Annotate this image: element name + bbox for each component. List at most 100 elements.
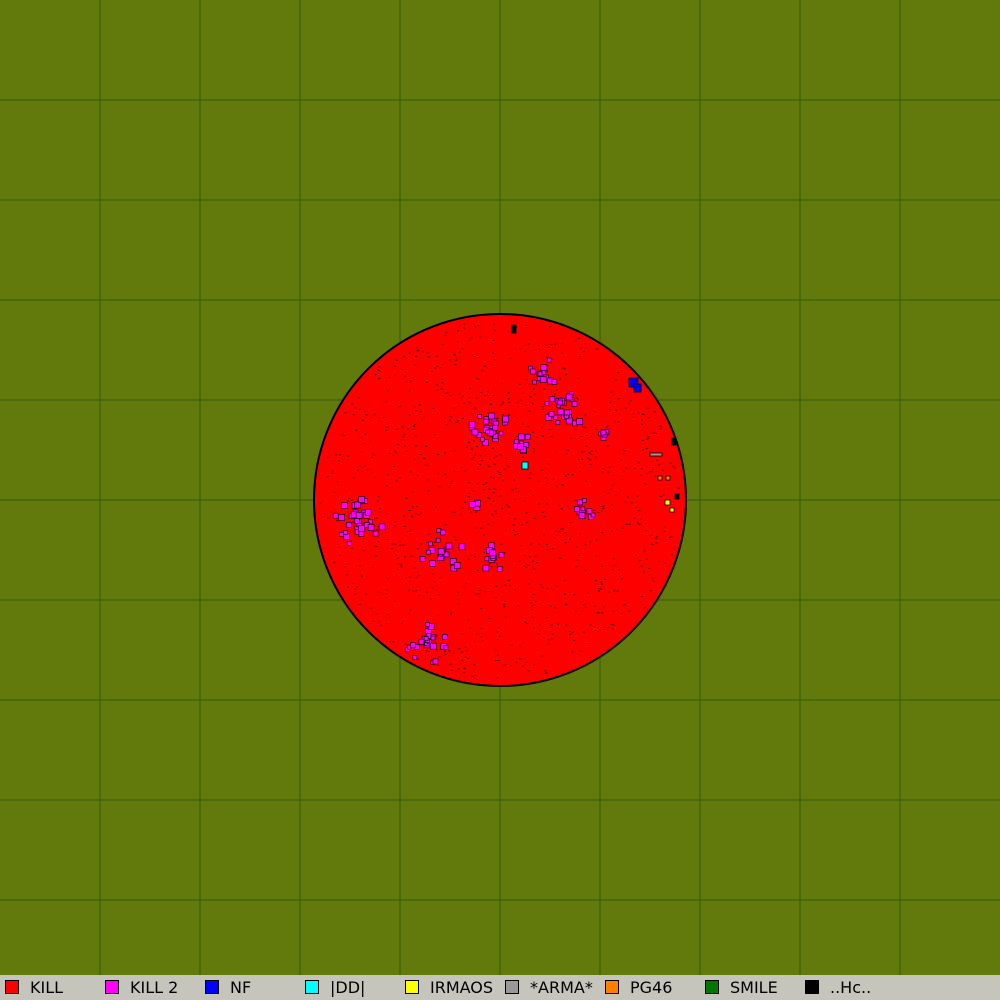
territory-speck [589,541,592,543]
territory-speck [475,679,478,680]
territory-speck [400,566,403,568]
territory-speck [467,558,470,560]
territory-speck [559,378,561,380]
legend-item-kill-2[interactable]: KILL 2 [100,975,200,1000]
territory-speck [500,543,503,545]
territory-speck [564,475,567,477]
kill-2-cell [485,429,491,435]
kill-2-cell [425,549,431,555]
kill-2-cell [557,399,564,406]
territory-speck [416,506,419,508]
game-map[interactable] [0,0,1000,975]
territory-speck [559,557,562,559]
legend-item-dd[interactable]: |DD| [300,975,400,1000]
blue-swatch-icon [205,980,219,994]
territory-speck [450,612,453,614]
territory-speck [529,396,532,398]
legend-item-nf[interactable]: NF [200,975,300,1000]
legend-item-kill[interactable]: KILL [0,975,100,1000]
territory-speck [482,552,485,553]
legend-item-hc[interactable]: ..Hc.. [800,975,900,1000]
territory-speck [441,382,444,384]
territory-speck [477,468,480,470]
territory-speck [627,403,630,405]
territory-speck [555,389,558,391]
territory-speck [474,407,477,409]
territory-speck [468,492,471,494]
territory-speck [440,577,443,579]
hc-territory [511,324,517,334]
territory-speck [589,459,592,461]
kill-2-cell [441,634,448,640]
territory-speck [446,392,449,394]
territory-speck [454,364,457,366]
legend-item-irmaos[interactable]: IRMAOS [400,975,500,1000]
territory-speck [574,340,577,342]
legend-item-pg46[interactable]: PG46 [600,975,700,1000]
territory-speck [545,477,548,479]
territory-speck [471,413,474,415]
territory-speck [457,420,459,422]
legend-label: KILL [30,978,64,997]
territory-speck [378,378,381,380]
territory-speck [493,395,495,396]
territory-speck [567,449,570,451]
territory-speck [476,446,479,448]
territory-speck [569,633,572,635]
territory-speck [388,377,391,378]
territory-speck [457,341,460,343]
black-swatch-icon [805,980,819,994]
territory-speck [507,398,510,400]
territory-speck [497,417,499,419]
territory-speck [414,364,417,366]
territory-speck [659,425,662,427]
territory-speck [562,528,564,530]
territory-speck [353,477,356,479]
territory-speck [346,586,349,588]
territory-speck [576,397,578,399]
territory-speck [472,456,475,458]
territory-speck [550,627,552,628]
territory-speck [616,590,619,592]
territory-speck [579,471,582,473]
kill-2-cell [555,420,561,425]
territory-speck [563,579,566,581]
territory-speck [386,513,389,515]
territory-speck [351,547,354,549]
territory-speck [640,565,643,567]
territory-speck [333,561,336,563]
legend-item-arma[interactable]: *ARMA* [500,975,600,1000]
territory-speck [404,556,406,558]
territory-speck [497,627,500,629]
territory-speck [513,423,516,424]
territory-speck [571,632,574,634]
territory-speck [525,512,528,514]
territory-speck [594,456,597,458]
territory-speck [562,485,564,486]
territory-speck [494,597,497,599]
territory-speck [538,543,541,545]
territory-speck [468,442,470,444]
territory-speck [597,512,600,513]
legend-item-smile[interactable]: SMILE [700,975,800,1000]
territory-speck [403,433,406,435]
territory-speck [488,498,491,499]
territory-speck [563,593,566,595]
territory-speck [588,643,591,644]
territory-speck [638,523,641,525]
territory-speck [473,556,476,558]
territory-speck [484,591,487,593]
territory-speck [392,465,395,467]
territory-speck [480,527,483,529]
territory-speck [347,511,350,513]
territory-speck [413,379,416,381]
territory-speck [664,562,667,564]
territory-speck [552,478,555,480]
territory-speck [432,573,435,575]
territory-speck [345,574,348,576]
territory-speck [412,590,415,592]
territory-speck [495,512,498,514]
kill-2-cell [364,508,372,516]
territory-speck [484,365,487,367]
territory-speck [449,416,452,418]
